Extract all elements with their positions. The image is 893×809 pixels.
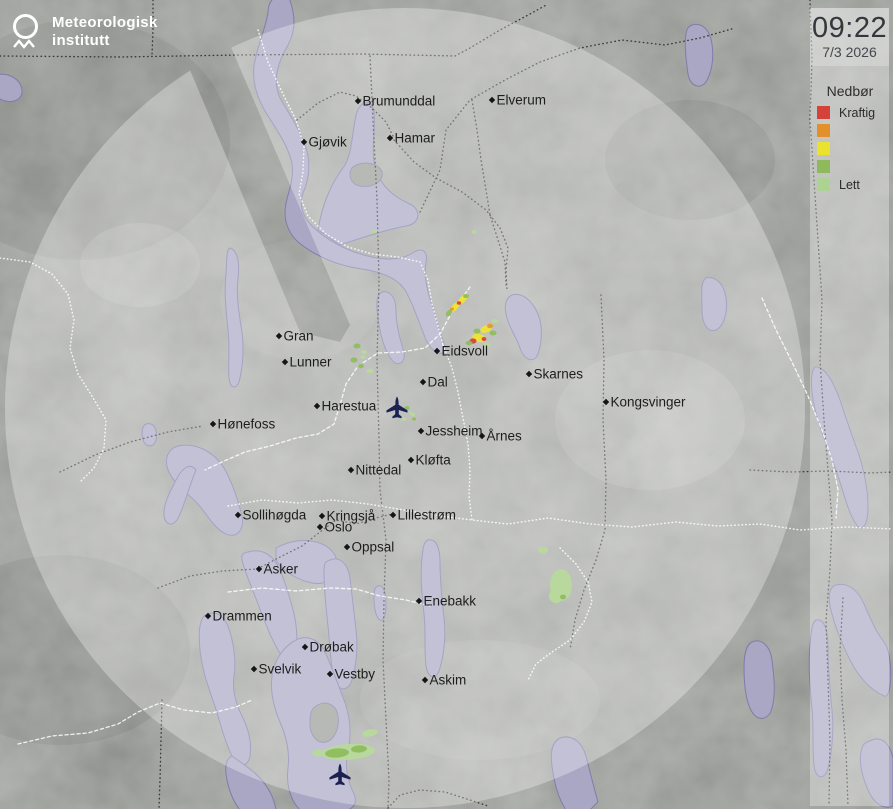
legend-title: Nedbør [817, 83, 889, 99]
legend-swatch-moderate [817, 160, 830, 173]
town-label: Lillestrøm [398, 508, 457, 523]
town-skarnes: Skarnes [526, 367, 583, 382]
town-label: Oppsal [352, 540, 395, 555]
precip-cell-moderate [463, 294, 469, 298]
precip-cell-extreme [457, 301, 461, 305]
radar-coverage-circle [0, 0, 893, 809]
town-label: Dal [428, 375, 448, 390]
town-label: Nittedal [356, 463, 402, 478]
precip-cell-intense [487, 324, 493, 328]
weather-radar-app: Brumunddal Elverum Gjøvik Hamar Gran Lunner Ei… [0, 0, 893, 809]
town-label: Gjøvik [309, 135, 347, 150]
town-enebakk: Enebakk [416, 594, 476, 609]
town-label: Sollihøgda [243, 508, 307, 523]
town-jessheim: Jessheim [418, 424, 483, 439]
precip-cell-light [492, 319, 499, 323]
legend-swatch-light [817, 178, 830, 191]
town-label: Harestua [322, 399, 377, 414]
town-label: Asker [264, 562, 299, 577]
town-label: Årnes [487, 429, 523, 444]
town-label: Hønefoss [218, 417, 276, 432]
town-brumunddal: Brumunddal [355, 94, 435, 109]
town-elverum: Elverum [489, 93, 546, 108]
legend-swatch-heavy [817, 142, 830, 155]
precip-cell-moderate [490, 331, 497, 336]
precip-cell-moderate [560, 595, 566, 600]
town-gjøvik: Gjøvik [301, 135, 347, 150]
clock-time: 09:22 [812, 13, 887, 43]
radar-map: Brumunddal Elverum Gjøvik Hamar Gran Lunner Ei… [0, 0, 893, 809]
legend-swatch-extreme [817, 106, 830, 119]
town-svelvik: Svelvik [251, 662, 302, 677]
clock-date: 7/3 2026 [812, 44, 887, 60]
town-label: Elverum [497, 93, 547, 108]
precip-cell-light [538, 547, 548, 554]
legend-item-lett: Lett [817, 178, 889, 191]
precip-cell-light [471, 230, 476, 233]
town-label: Brumunddal [363, 94, 436, 109]
precipitation-legend: Nedbør Kraftig Lett [810, 83, 889, 191]
precip-cell-intense [450, 308, 454, 311]
precip-cell-moderate [354, 344, 361, 349]
legend-item-heavy [817, 142, 889, 155]
town-kongsvinger: Kongsvinger [603, 395, 686, 410]
legend-item-kraftig: Kraftig [817, 106, 889, 119]
town-drammen: Drammen [205, 609, 272, 624]
town-label: Skarnes [534, 367, 584, 382]
precip-cell-moderate [358, 364, 364, 368]
met-logo-icon [12, 11, 38, 49]
precip-cell-extreme [482, 337, 487, 341]
precip-cell-light [366, 369, 373, 374]
town-label: Lunner [290, 355, 333, 370]
town-eidsvoll: Eidsvoll [434, 344, 488, 359]
logo-wave-icon [12, 38, 38, 50]
town-lunner: Lunner [282, 355, 332, 370]
precip-cell-light [361, 350, 367, 354]
logo-text: Meteorologisk institutt [52, 11, 158, 51]
legend-label: Lett [839, 178, 860, 192]
town-label: Gran [284, 329, 314, 344]
town-label: Enebakk [424, 594, 477, 609]
town-nittedal: Nittedal [348, 463, 401, 478]
legend-item-moderate [817, 160, 889, 173]
town-label: Kongsvinger [611, 395, 687, 410]
town-sollihøgda: Sollihøgda [235, 508, 307, 523]
side-panel: 09:22 7/3 2026 Nedbør Kraftig [810, 8, 889, 806]
logo-line2: institutt [52, 32, 158, 50]
logo-circle-icon [13, 14, 38, 39]
clock: 09:22 7/3 2026 [810, 8, 889, 66]
legend-swatch-intense [817, 124, 830, 137]
logo-line1: Meteorologisk [52, 14, 158, 32]
met-institute-logo: Meteorologisk institutt [12, 11, 158, 51]
town-label: Jessheim [426, 424, 483, 439]
town-vestby: Vestby [327, 667, 375, 682]
town-oppsal: Oppsal [344, 540, 394, 555]
town-lillestrøm: Lillestrøm [390, 508, 456, 523]
precip-cell-light [312, 749, 324, 756]
precip-cell-moderate [474, 329, 481, 334]
town-label: Svelvik [259, 662, 302, 677]
town-label: Drøbak [310, 640, 355, 655]
precip-cell-moderate [412, 417, 416, 420]
legend-label: Kraftig [839, 106, 875, 120]
town-harestua: Harestua [314, 399, 377, 414]
town-label: Oslo [325, 520, 353, 535]
town-label: Kløfta [416, 453, 452, 468]
precip-cell-moderate [350, 357, 357, 362]
town-label: Vestby [335, 667, 376, 682]
precip-cell-light [401, 417, 406, 421]
town-hønefoss: Hønefoss [210, 417, 276, 432]
town-label: Hamar [395, 131, 436, 146]
town-drøbak: Drøbak [302, 640, 354, 655]
town-label: Askim [430, 673, 467, 688]
town-label: Eidsvoll [442, 344, 489, 359]
precip-cell-light [360, 355, 365, 359]
legend-item-intense [817, 124, 889, 137]
town-hamar: Hamar [387, 131, 436, 146]
town-label: Drammen [213, 609, 272, 624]
